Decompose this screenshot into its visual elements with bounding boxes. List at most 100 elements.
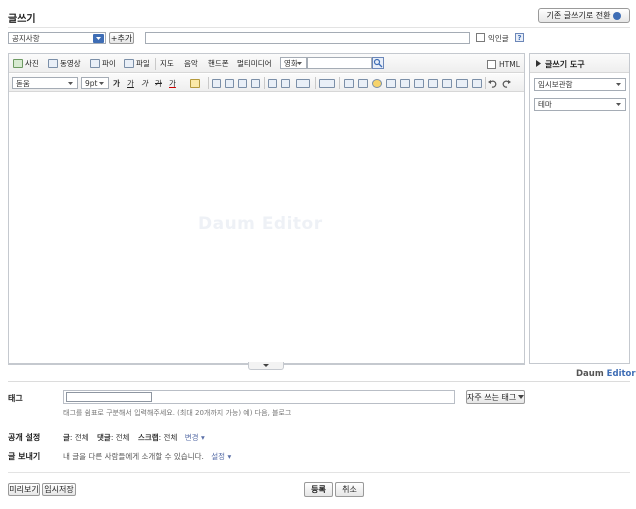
toolbar-separator	[315, 77, 316, 89]
chevron-down-icon	[614, 81, 623, 88]
resize-handle[interactable]	[248, 362, 284, 370]
toolbar-video[interactable]: 동영상	[60, 58, 81, 69]
theme-select[interactable]: 테마	[534, 98, 626, 111]
special-char-icon[interactable]	[428, 79, 438, 88]
indent-icon[interactable]	[281, 79, 290, 88]
media-search-input[interactable]	[307, 57, 372, 69]
font-family-select[interactable]: 돋움	[12, 77, 78, 89]
anonymous-label: 익인글	[488, 34, 509, 43]
post-visibility-key: 글	[63, 433, 70, 442]
category-selected: 공지사항	[12, 33, 40, 43]
toolbar-music[interactable]: 음악	[184, 58, 198, 69]
align-left-icon[interactable]	[212, 79, 221, 88]
align-right-icon[interactable]	[238, 79, 247, 88]
toolbar-phone[interactable]: 핸드폰	[208, 58, 229, 69]
cancel-button[interactable]: 취소	[335, 482, 364, 497]
textbox-icon[interactable]	[344, 79, 354, 88]
footer-divider	[8, 472, 630, 473]
submit-button[interactable]: 등록	[304, 482, 333, 497]
toolbar-separator	[208, 77, 209, 89]
change-visibility-link[interactable]: 변경	[185, 433, 199, 442]
public-settings-label: 공개 설정	[8, 433, 41, 442]
draft-save-button[interactable]: 임시저장	[42, 483, 76, 496]
align-justify-icon[interactable]	[251, 79, 260, 88]
chevron-down-icon: ▾	[198, 433, 205, 442]
send-post-label: 글 보내기	[8, 452, 41, 461]
chevron-down-icon	[263, 364, 269, 367]
font-size-selected: 9pt	[85, 78, 98, 88]
post-visibility-value: : 전체	[69, 433, 89, 442]
strike-button[interactable]: 가	[155, 78, 162, 89]
chevron-down-icon	[66, 80, 75, 87]
section-divider	[8, 381, 630, 382]
brand-daum: Daum	[576, 369, 604, 379]
tag-help-text: 태그를 쉼표로 구분해서 입력해주세요. (최대 20개까지 가능) 예) 다음…	[63, 409, 292, 417]
page-title: 글쓰기	[8, 14, 36, 25]
send-settings-link[interactable]: 설정	[211, 452, 225, 461]
file-icon	[124, 59, 134, 68]
toolbar-multimedia[interactable]: 멀티미디어	[237, 58, 272, 69]
toolbar-photo[interactable]: 사진	[25, 58, 39, 69]
redo-icon[interactable]	[501, 78, 512, 89]
italic-button[interactable]: 가	[141, 78, 148, 89]
tag-input[interactable]	[63, 390, 455, 404]
photo-icon	[13, 59, 23, 68]
align-center-icon[interactable]	[225, 79, 234, 88]
chevron-down-icon	[518, 394, 524, 399]
line-height-icon[interactable]	[296, 79, 310, 88]
chevron-down-icon	[614, 101, 623, 108]
link-icon[interactable]	[386, 79, 396, 88]
undo-icon[interactable]	[487, 78, 498, 89]
scrap-visibility-value: : 전체	[158, 433, 178, 442]
editor-watermark: Daum Editor	[198, 214, 323, 234]
list-icon[interactable]	[319, 79, 335, 88]
quote-icon[interactable]	[400, 79, 410, 88]
switch-editor-button[interactable]: 기존 글쓰기로 전환	[538, 8, 630, 23]
scrap-visibility-key: 스크랩	[137, 433, 159, 442]
toolbar-separator	[339, 77, 340, 89]
chevron-down-icon	[97, 80, 106, 87]
search-button[interactable]	[372, 57, 384, 69]
translate-icon[interactable]	[456, 79, 468, 88]
triangle-right-icon	[535, 59, 542, 68]
outdent-icon[interactable]	[268, 79, 277, 88]
toolbar-separator	[264, 77, 265, 89]
table-icon[interactable]	[358, 79, 368, 88]
pie-icon	[90, 59, 100, 68]
search-type-select[interactable]: 영화	[280, 57, 307, 69]
draft-storage-select[interactable]: 임시보관함	[534, 78, 626, 91]
help-icon[interactable]: ?	[515, 33, 524, 42]
map-insert-icon[interactable]	[442, 79, 452, 88]
public-settings-values: 글: 전체 댓글: 전체 스크랩: 전체 변경 ▾	[63, 432, 205, 443]
font-family-selected: 돋움	[16, 78, 30, 88]
bold-button[interactable]: 가	[113, 78, 120, 89]
video-icon	[48, 59, 58, 68]
underline-button[interactable]: 가	[127, 78, 134, 89]
html-mode-checkbox[interactable]	[487, 60, 496, 69]
brand-editor: Editor	[606, 369, 636, 379]
add-category-button[interactable]: +추가	[109, 32, 134, 44]
font-color-button[interactable]: 가	[169, 78, 176, 89]
highlight-icon[interactable]	[190, 79, 200, 88]
frequent-tags-label: 자주 쓰는 태그	[467, 392, 517, 402]
toolbar-separator	[485, 77, 486, 89]
daum-editor-logo: Daum Editor	[576, 369, 636, 379]
chevron-down-icon	[93, 34, 104, 43]
category-select[interactable]: 공지사항	[8, 32, 106, 44]
spellcheck-icon[interactable]	[472, 79, 482, 88]
comment-visibility-value: : 전체	[110, 433, 130, 442]
emoticon-icon[interactable]	[372, 79, 382, 88]
toolbar-pie[interactable]: 파이	[102, 58, 116, 69]
anonymous-checkbox[interactable]	[476, 33, 485, 42]
preview-button[interactable]: 미리보기	[8, 483, 40, 496]
send-post-description: 내 글을 다른 사람들에게 소개할 수 있습니다.	[63, 452, 204, 461]
search-icon	[373, 58, 383, 68]
toolbar-map[interactable]: 지도	[160, 58, 174, 69]
tag-input-caret-box	[66, 392, 152, 402]
toolbar-file[interactable]: 파일	[136, 58, 150, 69]
title-input[interactable]	[145, 32, 470, 44]
divider-icon[interactable]	[414, 79, 424, 88]
font-size-select[interactable]: 9pt	[81, 77, 109, 89]
frequent-tags-button[interactable]: 자주 쓰는 태그	[466, 390, 525, 404]
chevron-down-icon	[295, 60, 304, 67]
